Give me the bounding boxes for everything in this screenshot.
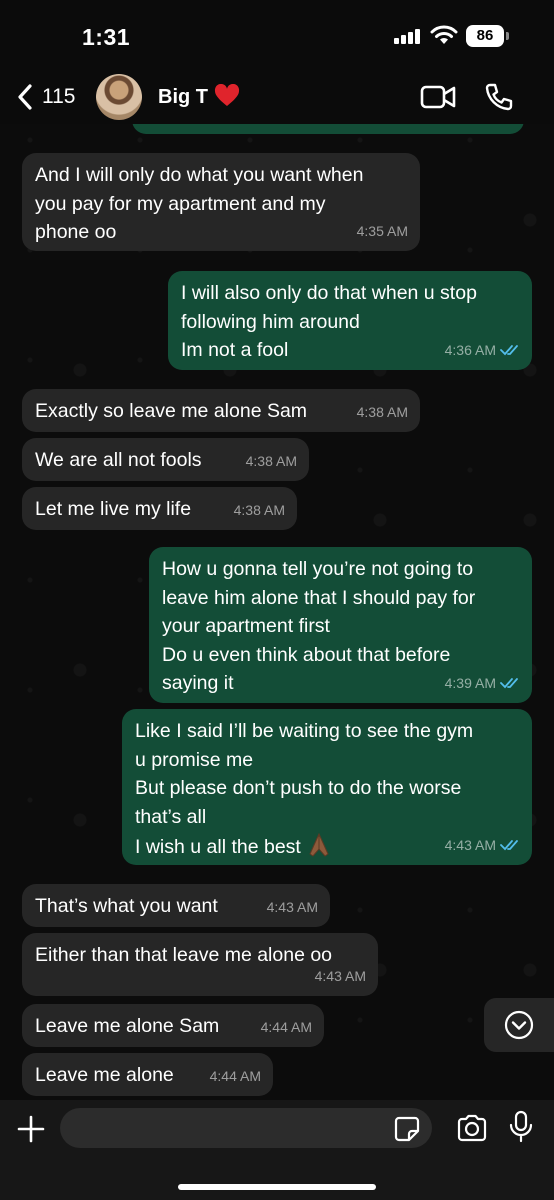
- message-time: 4:43 AM: [314, 967, 366, 984]
- message-bubble-incoming[interactable]: That’s what you want 4:43 AM: [22, 884, 330, 927]
- wifi-icon: [430, 25, 458, 44]
- message-text: Exactly so leave me alone Sam: [35, 400, 308, 422]
- status-time: 1:31: [82, 24, 131, 50]
- message-time: 4:36 AM: [445, 336, 520, 365]
- message-text: And I will only do what you want when yo…: [35, 164, 364, 243]
- contact-name[interactable]: Big T: [158, 86, 208, 109]
- message-bubble-outgoing[interactable]: I will also only do that when u stop fol…: [168, 271, 532, 370]
- message-bubble-incoming[interactable]: Leave me alone 4:44 AM: [22, 1053, 273, 1096]
- video-call-icon[interactable]: [420, 84, 456, 110]
- message-bubble-outgoing[interactable]: How u gonna tell you’re not going to lea…: [149, 547, 532, 703]
- battery-indicator: 86: [466, 25, 504, 47]
- home-indicator: [178, 1184, 376, 1190]
- message-bubble-incoming[interactable]: Exactly so leave me alone Sam 4:38 AM: [22, 389, 420, 432]
- folded-hands-icon: [309, 832, 329, 857]
- message-bubble-incoming[interactable]: Either than that leave me alone oo 4:43 …: [22, 933, 378, 996]
- plus-icon[interactable]: [16, 1114, 46, 1144]
- cellular-signal-icon: [394, 28, 424, 44]
- message-bubble-incoming[interactable]: Leave me alone Sam 4:44 AM: [22, 1004, 324, 1047]
- scroll-down-button[interactable]: [484, 998, 554, 1052]
- double-check-read-icon: [500, 839, 518, 851]
- battery-tip: [506, 32, 509, 40]
- scroll-down-icon: [504, 1010, 534, 1040]
- camera-icon[interactable]: [456, 1114, 488, 1142]
- avatar[interactable]: [96, 74, 142, 120]
- message-bubble-incoming[interactable]: We are all not fools 4:38 AM: [22, 438, 309, 481]
- red-heart-icon: [214, 84, 240, 106]
- message-bubble-incoming[interactable]: Let me live my life 4:38 AM: [22, 487, 297, 530]
- message-time: 4:38 AM: [245, 452, 297, 469]
- chat-header: 115 Big T: [0, 72, 554, 124]
- message-time: 4:44 AM: [260, 1018, 312, 1035]
- message-time: 4:38 AM: [233, 501, 285, 518]
- double-check-read-icon: [500, 344, 518, 356]
- unread-count: 115: [42, 85, 76, 108]
- message-time: 4:38 AM: [356, 403, 408, 420]
- message-composer: [0, 1100, 554, 1200]
- double-check-read-icon: [500, 677, 518, 689]
- microphone-icon[interactable]: [508, 1110, 534, 1144]
- message-time: 4:39 AM: [445, 669, 520, 698]
- voice-call-icon[interactable]: [484, 82, 514, 112]
- back-button[interactable]: 115: [14, 82, 75, 112]
- chevron-left-icon: [18, 84, 32, 110]
- message-time: 4:44 AM: [209, 1067, 261, 1084]
- sticker-icon[interactable]: [394, 1116, 420, 1142]
- message-time: 4:43 AM: [266, 898, 318, 915]
- message-time: 4:43 AM: [445, 831, 520, 860]
- message-input[interactable]: [60, 1108, 432, 1148]
- message-bubble-outgoing[interactable]: Like I said I’ll be waiting to see the g…: [122, 709, 532, 865]
- status-bar: 1:31 86: [0, 0, 554, 72]
- message-bubble-incoming[interactable]: And I will only do what you want when yo…: [22, 153, 420, 251]
- message-time: 4:35 AM: [356, 222, 408, 239]
